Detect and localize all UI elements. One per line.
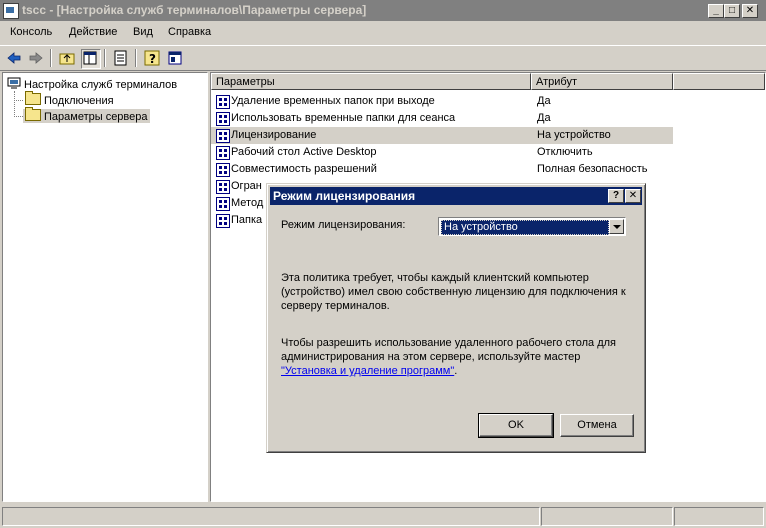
- list-row[interactable]: Рабочий стол Active Desktop Отключить: [211, 144, 673, 161]
- svg-text:?: ?: [149, 52, 156, 66]
- list-row-selected[interactable]: Лицензирование На устройство: [211, 127, 673, 144]
- status-cell-main: [2, 507, 540, 526]
- chevron-down-icon[interactable]: [609, 219, 624, 234]
- tree-item-label: Параметры сервера: [44, 111, 148, 123]
- cancel-button[interactable]: Отмена: [560, 414, 634, 437]
- row-attribute: Отключить: [537, 146, 593, 158]
- tree-root[interactable]: Настройка служб терминалов: [7, 77, 177, 91]
- policy-icon: [216, 197, 230, 211]
- terminal-services-icon: [7, 77, 21, 89]
- row-name: Метод: [231, 197, 264, 209]
- list-row[interactable]: Использовать временные папки для сеанса …: [211, 110, 673, 127]
- open-folder-icon: [25, 107, 41, 121]
- licensing-mode-label: Режим лицензирования:: [281, 219, 406, 231]
- list-row[interactable]: Удаление временных папок при выходе Да: [211, 93, 673, 110]
- add-remove-programs-link[interactable]: "Установка и удаление программ": [281, 365, 454, 377]
- remote-admin-hint-text: Чтобы разрешить использование удаленного…: [281, 337, 617, 363]
- column-header-attribute[interactable]: Атрибут: [531, 73, 673, 90]
- row-attribute: Да: [537, 112, 551, 124]
- up-folder-icon[interactable]: [58, 49, 76, 67]
- remote-admin-hint: Чтобы разрешить использование удаленного…: [281, 337, 617, 377]
- licensing-mode-select[interactable]: На устройство: [438, 217, 626, 236]
- menu-action[interactable]: Действие: [69, 26, 117, 38]
- maximize-button[interactable]: □: [724, 4, 740, 18]
- back-icon[interactable]: [5, 49, 23, 67]
- tree-item-connections[interactable]: Подключения: [23, 91, 116, 107]
- dialog-title: Режим лицензирования: [273, 189, 416, 203]
- status-cell-2: [541, 507, 673, 526]
- window-title: tscc - [Настройка служб терминалов\Парам…: [22, 3, 367, 17]
- row-name: Использовать временные папки для сеанса: [231, 112, 456, 124]
- status-bar: [0, 505, 766, 528]
- policy-icon: [216, 129, 230, 143]
- policy-icon: [216, 163, 230, 177]
- policy-icon: [216, 214, 230, 228]
- row-name: Рабочий стол Active Desktop: [231, 146, 377, 158]
- list-row[interactable]: Совместимость разрешений Полная безопасн…: [211, 161, 673, 178]
- row-name: Огран: [231, 180, 262, 192]
- column-header-parameters[interactable]: Параметры: [211, 73, 531, 90]
- policy-description: Эта политика требует, чтобы каждый клиен…: [281, 272, 626, 312]
- menu-help[interactable]: Справка: [168, 26, 211, 38]
- show-tree-icon[interactable]: [81, 49, 101, 69]
- licensing-mode-dialog: Режим лицензирования ? ✕ Режим лицензиро…: [266, 183, 646, 453]
- dialog-help-button[interactable]: ?: [608, 189, 624, 203]
- console-icon[interactable]: [166, 49, 184, 67]
- title-bar: tscc - [Настройка служб терминалов\Парам…: [0, 0, 766, 21]
- ok-button[interactable]: OK: [478, 413, 554, 438]
- row-attribute: Полная безопасность: [537, 163, 648, 175]
- dialog-close-button[interactable]: ✕: [625, 189, 641, 203]
- licensing-mode-value: На устройство: [441, 220, 609, 235]
- tree-root-label: Настройка служб терминалов: [24, 79, 178, 91]
- status-cell-3: [674, 507, 764, 526]
- close-button[interactable]: ✕: [742, 4, 758, 18]
- policy-icon: [216, 95, 230, 109]
- tree-item-label: Подключения: [44, 95, 114, 107]
- row-name: Удаление временных папок при выходе: [231, 95, 435, 107]
- help-icon[interactable]: ?: [143, 49, 161, 67]
- forward-icon[interactable]: [27, 49, 45, 67]
- row-name: Папка: [231, 214, 263, 226]
- row-attribute: На устройство: [537, 129, 611, 141]
- folder-icon: [25, 91, 41, 105]
- policy-icon: [216, 180, 230, 194]
- row-name: Лицензирование: [231, 129, 317, 141]
- tree-pane[interactable]: Настройка служб терминалов Подключения П…: [2, 72, 208, 502]
- app-icon[interactable]: [3, 3, 19, 19]
- minimize-button[interactable]: _: [708, 4, 724, 18]
- tree-item-server-settings[interactable]: Параметры сервера: [23, 107, 150, 123]
- column-header-filler: [673, 73, 765, 90]
- menu-view[interactable]: Вид: [133, 26, 153, 38]
- dialog-title-bar: Режим лицензирования ? ✕: [270, 187, 642, 205]
- row-attribute: Да: [537, 95, 551, 107]
- policy-icon: [216, 112, 230, 126]
- menu-bar: Консоль Действие Вид Справка: [0, 22, 766, 42]
- menu-console[interactable]: Консоль: [10, 26, 52, 38]
- policy-icon: [216, 146, 230, 160]
- row-name: Совместимость разрешений: [231, 163, 377, 175]
- toolbar: ?: [0, 45, 766, 71]
- export-list-icon[interactable]: [112, 49, 130, 67]
